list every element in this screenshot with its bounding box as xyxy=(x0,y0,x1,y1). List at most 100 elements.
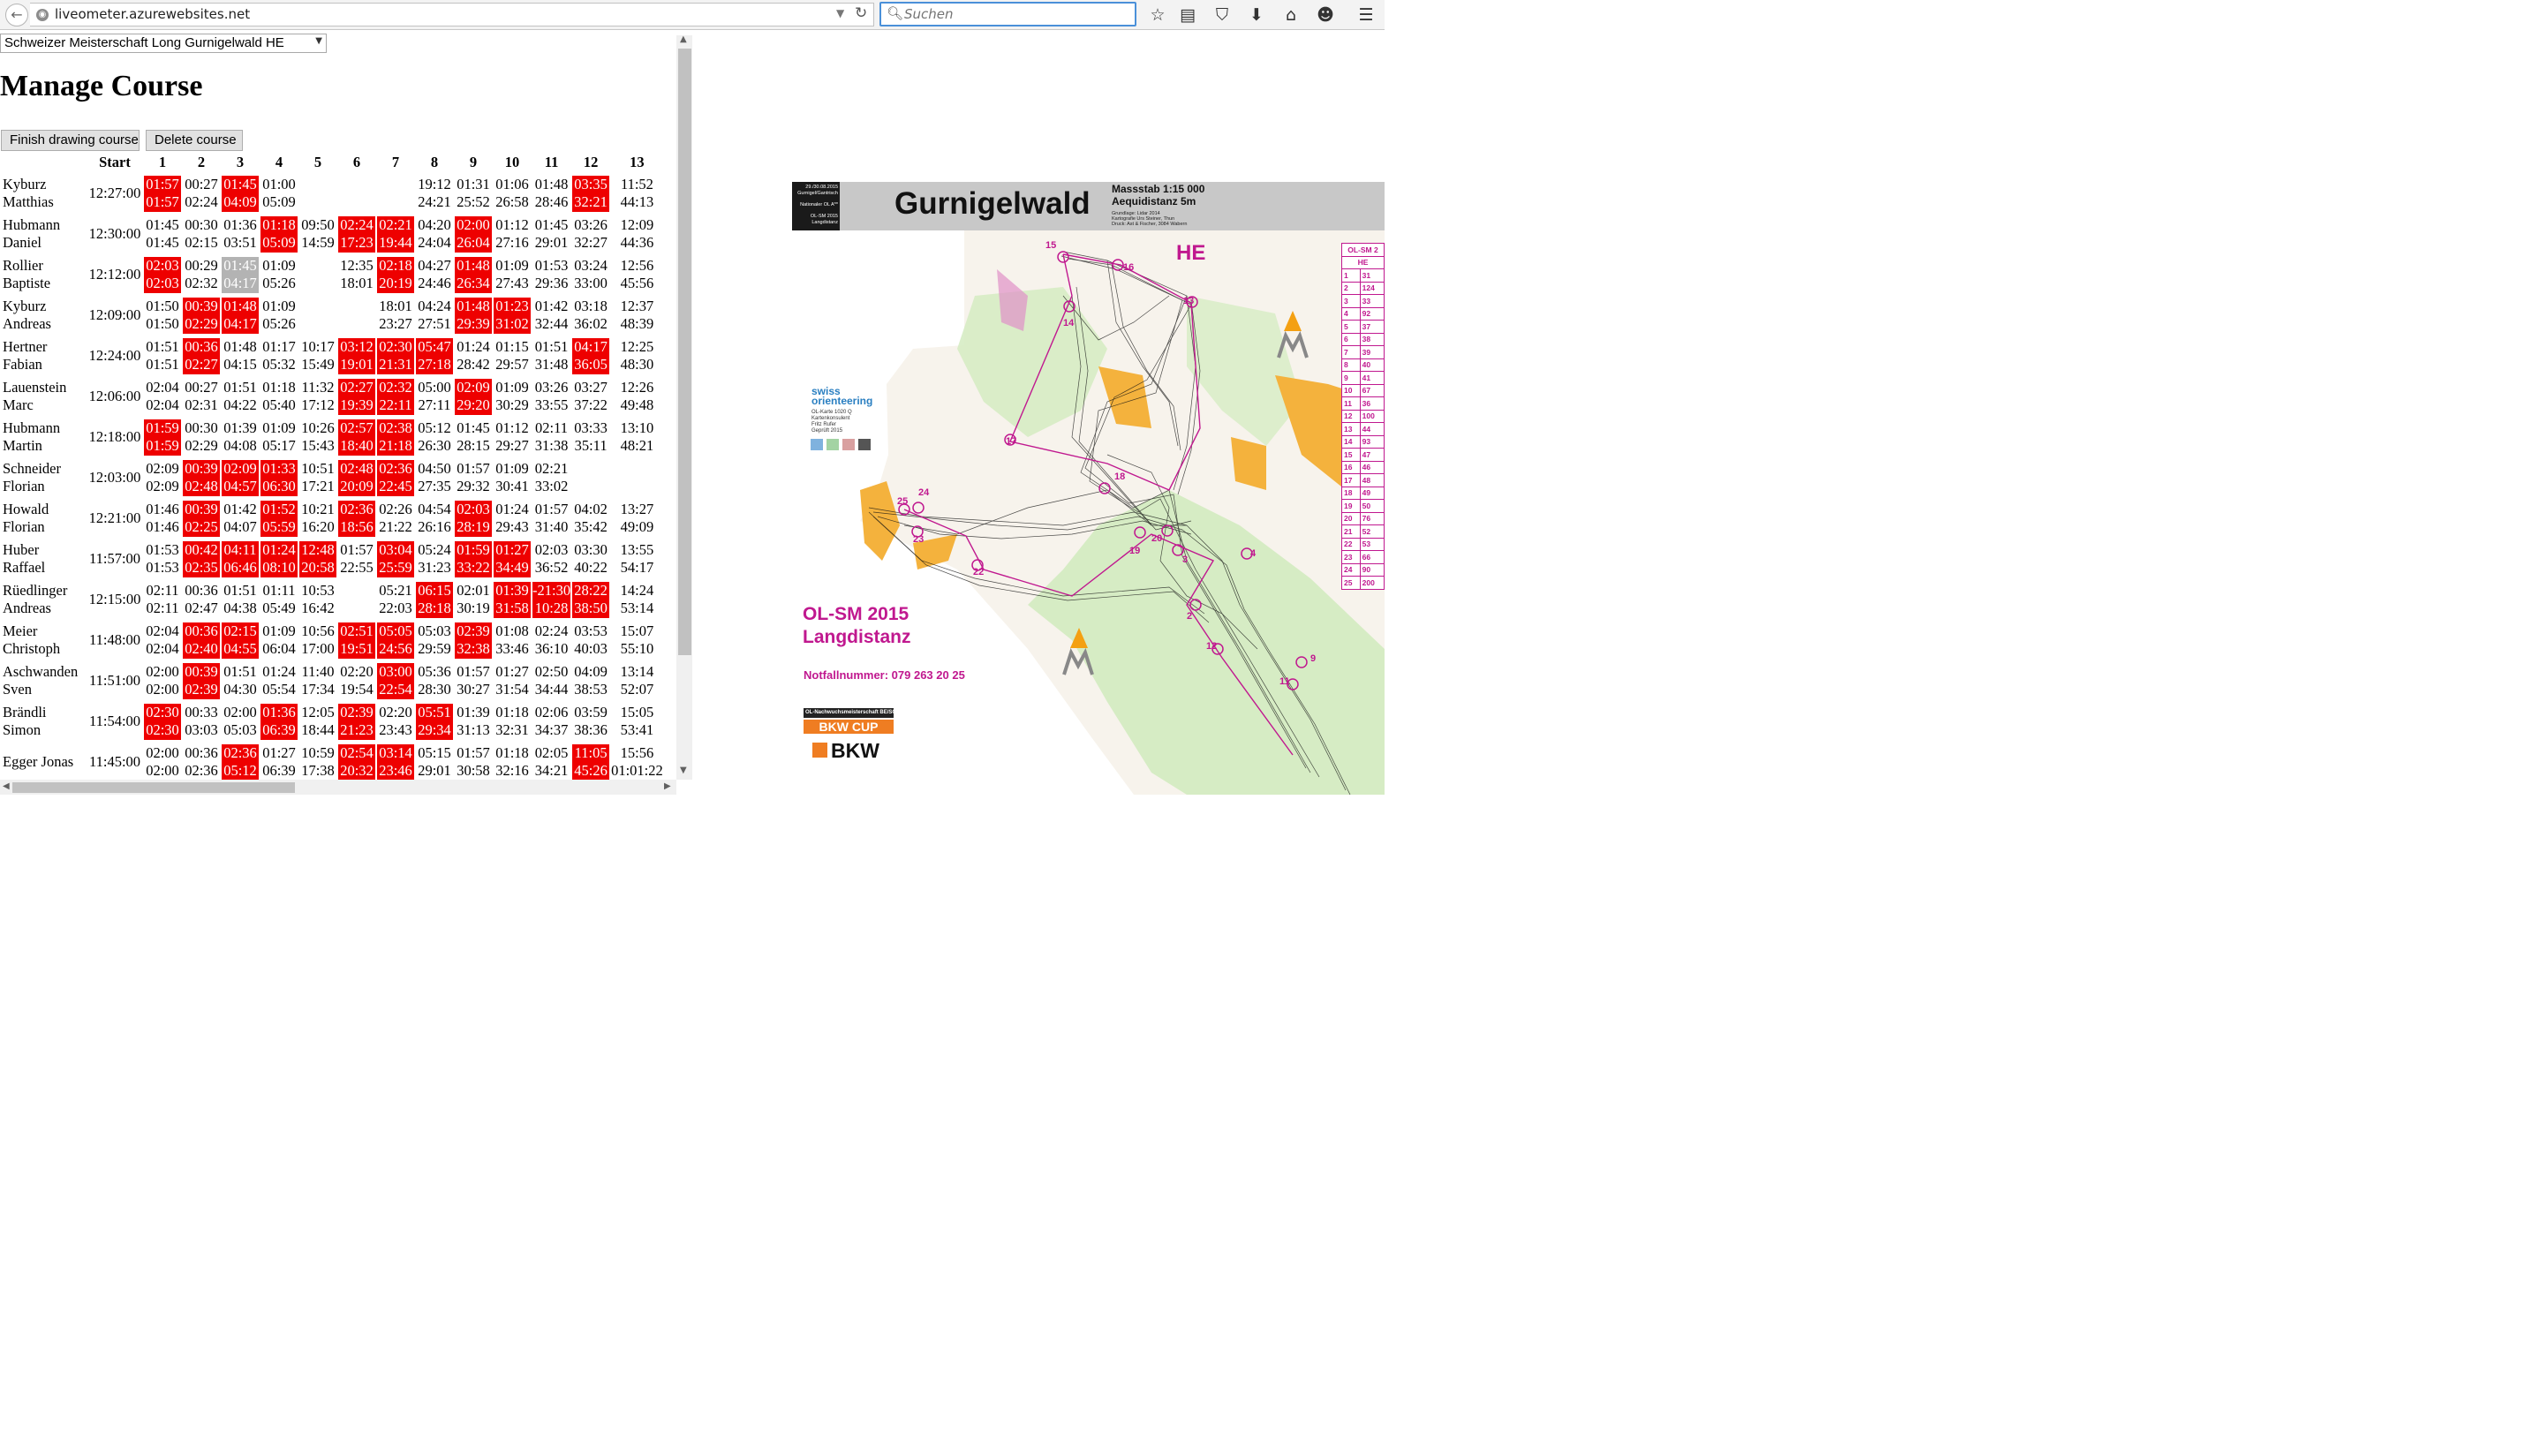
split-cell[interactable]: 02:09 02:09 xyxy=(144,457,181,498)
download-icon[interactable]: ⬇ xyxy=(1246,4,1267,26)
split-cell[interactable]: 03:12 19:01 xyxy=(338,336,375,376)
split-cell[interactable]: 00:39 02:29 xyxy=(183,295,220,336)
split-cell[interactable]: 03:24 33:00 xyxy=(572,254,609,295)
split-cell[interactable]: 01:17 05:32 xyxy=(260,336,298,376)
split-cell[interactable]: 01:24 08:10 xyxy=(260,539,298,579)
split-cell[interactable]: 05:47 27:18 xyxy=(416,336,453,376)
split-cell[interactable]: 02:04 02:04 xyxy=(144,620,181,660)
split-cell[interactable]: 01:18 05:40 xyxy=(260,376,298,417)
split-cell[interactable]: 00:30 02:15 xyxy=(183,214,220,254)
split-cell[interactable]: 04:17 36:05 xyxy=(572,336,610,376)
split-cell[interactable]: 04:24 27:51 xyxy=(416,295,453,336)
split-cell[interactable]: 00:33 03:03 xyxy=(183,701,220,742)
split-cell[interactable]: 10:21 16:20 xyxy=(299,498,336,539)
split-cell[interactable]: 00:36 02:36 xyxy=(183,742,220,782)
split-cell[interactable]: 01:24 29:43 xyxy=(494,498,531,539)
split-cell[interactable]: 05:03 29:59 xyxy=(416,620,453,660)
split-cell[interactable]: 02:21 19:44 xyxy=(377,214,414,254)
split-cell[interactable]: 13:10 48:21 xyxy=(611,417,663,457)
reload-icon[interactable]: ↻ xyxy=(855,4,867,22)
split-cell[interactable]: 01:12 27:16 xyxy=(494,214,531,254)
split-cell[interactable]: 00:39 02:48 xyxy=(183,457,220,498)
split-cell[interactable]: 00:29 02:32 xyxy=(183,254,220,295)
split-cell[interactable]: 01:59 01:59 xyxy=(144,417,181,457)
vertical-scrollbar-thumb[interactable] xyxy=(678,49,691,655)
split-cell[interactable]: 02:36 22:45 xyxy=(377,457,414,498)
split-cell[interactable]: 02:09 29:20 xyxy=(455,376,492,417)
split-cell[interactable]: 01:09 30:41 xyxy=(494,457,531,498)
split-cell[interactable]: 03:35 32:21 xyxy=(572,173,610,214)
star-icon[interactable]: ☆ xyxy=(1147,4,1168,26)
split-cell[interactable]: 00:39 02:25 xyxy=(183,498,220,539)
split-cell[interactable]: 01:24 28:42 xyxy=(455,336,492,376)
split-cell[interactable]: 01:46 01:46 xyxy=(144,498,181,539)
split-cell[interactable]: 01:48 04:15 xyxy=(222,336,259,376)
menu-icon[interactable]: ☰ xyxy=(1355,4,1377,26)
split-cell[interactable]: 02:20 23:43 xyxy=(377,701,414,742)
split-cell[interactable]: 01:52 05:59 xyxy=(260,498,298,539)
split-cell[interactable]: 03:27 37:22 xyxy=(572,376,609,417)
split-cell[interactable]: 01:57 30:58 xyxy=(455,742,492,782)
split-cell[interactable]: 04:02 35:42 xyxy=(572,498,609,539)
split-cell[interactable]: 19:12 24:21 xyxy=(416,173,453,214)
split-cell[interactable]: 12:05 18:44 xyxy=(299,701,336,742)
split-cell[interactable]: 13:27 49:09 xyxy=(611,498,663,539)
split-cell[interactable]: 01:00 05:09 xyxy=(260,173,298,214)
split-cell[interactable]: 02:03 28:19 xyxy=(455,498,492,539)
reading-list-icon[interactable]: ▤ xyxy=(1177,4,1198,26)
split-cell[interactable]: 01:51 04:22 xyxy=(222,376,259,417)
split-cell[interactable]: 04:50 27:35 xyxy=(416,457,453,498)
chevron-down-icon[interactable]: ▼ xyxy=(836,7,844,19)
split-cell[interactable]: 01:24 05:54 xyxy=(260,660,298,701)
split-cell[interactable]: 02:54 20:32 xyxy=(338,742,375,782)
split-cell[interactable]: 02:39 21:23 xyxy=(338,701,375,742)
split-cell[interactable]: 10:26 15:43 xyxy=(299,417,336,457)
scroll-right-icon[interactable]: ▶ xyxy=(664,781,671,791)
scroll-down-icon[interactable]: ▼ xyxy=(680,766,687,775)
split-cell[interactable]: 01:48 04:17 xyxy=(222,295,259,336)
split-cell[interactable]: 09:50 14:59 xyxy=(299,214,336,254)
split-cell[interactable]: 02:30 21:31 xyxy=(377,336,414,376)
split-cell[interactable]: 01:36 06:39 xyxy=(260,701,298,742)
split-cell[interactable]: 12:35 18:01 xyxy=(338,254,375,295)
split-cell[interactable]: 00:27 02:31 xyxy=(183,376,220,417)
split-cell[interactable]: 01:51 04:30 xyxy=(222,660,259,701)
split-cell[interactable]: 02:06 34:37 xyxy=(532,701,570,742)
url-text[interactable]: liveometer.azurewebsites.net xyxy=(55,6,250,22)
split-cell[interactable]: 02:03 36:52 xyxy=(532,539,570,579)
split-cell[interactable]: 02:38 21:18 xyxy=(377,417,414,457)
split-cell[interactable]: 00:42 02:35 xyxy=(183,539,220,579)
split-cell[interactable]: 01:57 30:27 xyxy=(455,660,492,701)
split-cell[interactable]: 02:57 18:40 xyxy=(338,417,375,457)
split-cell[interactable]: 02:32 22:11 xyxy=(377,376,414,417)
split-cell[interactable]: 05:05 24:56 xyxy=(377,620,414,660)
split-cell[interactable]: 01:51 04:38 xyxy=(222,579,259,620)
split-cell[interactable]: 02:00 02:00 xyxy=(144,742,181,782)
split-cell[interactable]: 01:23 31:02 xyxy=(494,295,531,336)
split-cell[interactable]: 02:20 19:54 xyxy=(338,660,375,701)
split-cell[interactable]: 01:09 05:26 xyxy=(260,295,298,336)
split-cell[interactable]: 03:04 25:59 xyxy=(377,539,414,579)
finish-drawing-button[interactable]: Finish drawing course xyxy=(1,130,140,151)
split-cell[interactable]: 02:21 33:02 xyxy=(532,457,570,498)
split-cell[interactable]: 02:39 32:38 xyxy=(455,620,492,660)
split-cell[interactable]: 02:00 02:00 xyxy=(144,660,181,701)
split-cell[interactable]: 04:09 38:53 xyxy=(572,660,609,701)
split-cell[interactable]: 15:56 01:01:22 xyxy=(611,742,663,782)
split-cell[interactable]: 01:06 26:58 xyxy=(494,173,531,214)
split-cell[interactable]: -21:30 10:28 xyxy=(532,579,571,620)
split-cell[interactable] xyxy=(299,254,336,295)
split-cell[interactable]: 01:42 32:44 xyxy=(532,295,570,336)
split-cell[interactable]: 03:59 38:36 xyxy=(572,701,609,742)
delete-course-button[interactable]: Delete course xyxy=(146,130,243,151)
split-cell[interactable]: 02:18 20:19 xyxy=(377,254,414,295)
split-cell[interactable]: 05:24 31:23 xyxy=(416,539,453,579)
url-bar[interactable]: ◉ liveometer.azurewebsites.net ▼ ↻ xyxy=(30,3,874,26)
split-cell[interactable] xyxy=(299,295,336,336)
split-cell[interactable] xyxy=(299,173,336,214)
split-cell[interactable]: 12:48 20:58 xyxy=(299,539,336,579)
split-cell[interactable]: 02:36 05:12 xyxy=(222,742,259,782)
split-cell[interactable]: 02:04 02:04 xyxy=(144,376,181,417)
split-cell[interactable]: 01:45 28:15 xyxy=(455,417,492,457)
split-cell[interactable]: 01:57 31:40 xyxy=(532,498,570,539)
